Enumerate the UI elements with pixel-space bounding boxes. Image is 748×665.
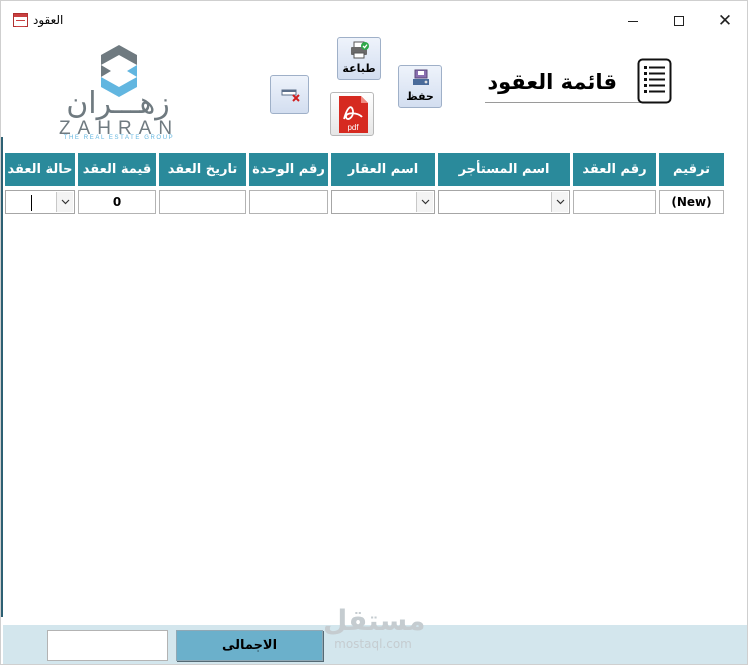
close-icon: ✕ (717, 11, 733, 31)
chevron-down-icon (556, 199, 564, 205)
column-header-tenant-name: اسم المستأجر (438, 153, 570, 186)
close-button[interactable]: ✕ (705, 7, 745, 35)
column-header-contract-value: قيمة العقد (78, 153, 156, 186)
title-underline (485, 102, 641, 103)
total-button[interactable]: الاجمالى (176, 630, 323, 661)
export-pdf-button[interactable]: pdf (330, 92, 374, 136)
column-header-serial: ترقيم (659, 153, 724, 186)
contract-status-select[interactable] (5, 190, 75, 214)
column-header-contract-number: رقم العقد (573, 153, 656, 186)
chevron-down-icon (61, 199, 69, 205)
maximize-button[interactable] (659, 7, 699, 35)
chevron-down-icon (421, 199, 429, 205)
minimize-button[interactable] (613, 7, 653, 35)
text-cursor-icon (31, 195, 32, 211)
property-name-select[interactable] (331, 190, 435, 214)
pdf-label: pdf (347, 123, 359, 132)
window-title: العقود (33, 13, 64, 27)
serial-cell: (New) (659, 190, 724, 214)
contract-date-field[interactable] (159, 190, 246, 214)
undo-record-button[interactable] (270, 75, 309, 114)
delete-record-icon (281, 89, 300, 102)
contract-value-field[interactable]: 0 (78, 190, 156, 214)
contract-number-field[interactable] (573, 190, 656, 214)
property-dropdown-button[interactable] (416, 192, 433, 212)
serial-value: (New) (671, 195, 712, 209)
logo-arabic-text: زهـــران (66, 86, 170, 121)
pdf-icon: pdf (339, 96, 368, 133)
left-edge-strip (1, 137, 3, 617)
tenant-dropdown-button[interactable] (551, 192, 568, 212)
save-button[interactable]: حفظ (398, 65, 442, 108)
status-dropdown-button[interactable] (56, 192, 73, 212)
zahran-logo: زهـــران ZAHRAN THE REAL ESTATE GROUP (29, 45, 209, 141)
save-label: حفظ (406, 90, 434, 103)
watermark-arabic: مستقل (323, 604, 426, 637)
contracts-window: العقود ✕ زهـــران ZAHRAN THE REAL ESTATE… (0, 0, 748, 665)
list-document-icon (637, 58, 672, 104)
watermark-latin: mostaql.com (334, 637, 412, 651)
title-bar[interactable]: العقود ✕ (1, 1, 747, 39)
print-button[interactable]: طباعة (337, 37, 381, 80)
tenant-name-select[interactable] (438, 190, 570, 214)
save-icon (413, 69, 429, 85)
column-header-contract-status: حالة العقد (5, 153, 75, 186)
column-header-contract-date: تاريخ العقد (159, 153, 246, 186)
logo-tagline: THE REAL ESTATE GROUP (63, 135, 175, 141)
form-app-icon (13, 13, 28, 27)
contract-value: 0 (112, 195, 122, 209)
column-header-unit-number: رقم الوحدة (249, 153, 328, 186)
minimize-icon (628, 20, 638, 22)
unit-number-field[interactable] (249, 190, 328, 214)
column-header-property-name: اسم العقار (331, 153, 435, 186)
print-label: طباعة (342, 62, 376, 75)
form-title: قائمة العقود (487, 70, 617, 94)
total-value-field[interactable] (47, 630, 168, 661)
printer-icon (351, 41, 369, 59)
mostaql-watermark: مستقل mostaql.com (323, 604, 426, 653)
maximize-icon (674, 16, 684, 26)
